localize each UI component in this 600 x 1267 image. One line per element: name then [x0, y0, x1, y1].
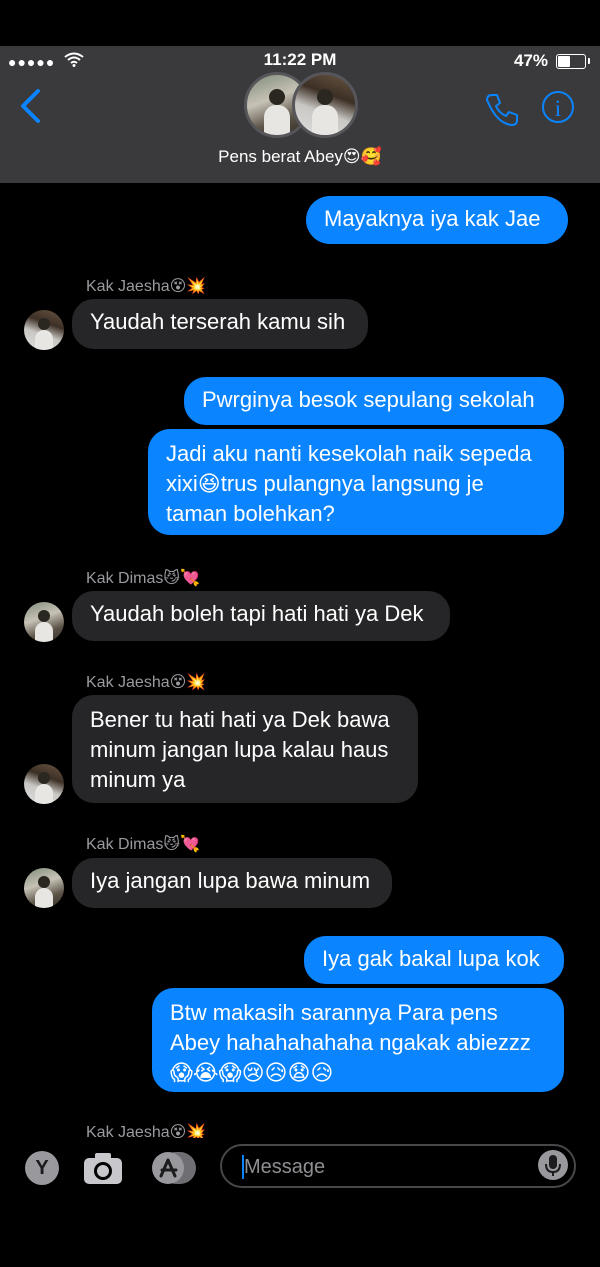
battery-percent: 47% — [513, 51, 548, 70]
sender-avatar — [24, 868, 64, 908]
app-store-icon[interactable] — [150, 1150, 198, 1186]
message-bubble-incoming[interactable]: Iya jangan lupa bawa minum — [72, 858, 392, 908]
conversation-header: ●●●●● 11:22 PM 47% Pens berat Abey😍🥰 i — [0, 46, 600, 183]
battery-icon — [556, 54, 590, 69]
sender-avatar — [24, 764, 64, 804]
top-black-band — [0, 0, 600, 46]
message-input[interactable] — [242, 1152, 536, 1182]
message-input-bar: Y — [0, 1138, 600, 1267]
message-bubble-outgoing[interactable]: Pwrginya besok sepulang sekolah — [184, 377, 564, 425]
message-bubble-incoming[interactable]: Yaudah terserah kamu sih — [72, 299, 368, 349]
back-chevron-icon[interactable] — [18, 88, 42, 124]
message-bubble-outgoing[interactable]: Mayaknya iya kak Jae — [306, 196, 568, 244]
info-icon[interactable]: i — [542, 91, 574, 123]
message-bubble-outgoing[interactable]: Btw makasih sarannya Para pens Abey haha… — [152, 988, 564, 1092]
message-bubble-incoming[interactable]: Yaudah boleh tapi hati hati ya Dek — [72, 591, 450, 641]
message-bubble-outgoing[interactable]: Jadi aku nanti kesekolah naik sepeda xix… — [148, 429, 564, 535]
conversation-title[interactable]: Pens berat Abey😍🥰 — [0, 147, 600, 167]
message-field[interactable] — [220, 1144, 576, 1188]
microphone-icon[interactable] — [538, 1150, 568, 1180]
avatar — [292, 72, 358, 138]
apps-store-icon[interactable]: Y — [25, 1151, 59, 1185]
sender-avatar — [24, 602, 64, 642]
group-avatars[interactable] — [244, 72, 358, 138]
message-bubble-incoming[interactable]: Bener tu hati hati ya Dek bawa minum jan… — [72, 695, 418, 803]
sender-avatar — [24, 310, 64, 350]
camera-icon[interactable] — [82, 1150, 124, 1186]
sender-name: Kak Dimas😼💘 — [86, 836, 200, 853]
message-bubble-outgoing[interactable]: Iya gak bakal lupa kok — [304, 936, 564, 984]
status-time: 11:22 PM — [263, 50, 337, 69]
sender-name: Kak Jaesha😵💥 — [86, 674, 207, 691]
sender-name: Kak Dimas😼💘 — [86, 570, 200, 587]
sender-name: Kak Jaesha😵💥 — [86, 278, 207, 295]
phone-icon[interactable] — [484, 92, 520, 128]
sender-name: Kak Jaesha😵💥 — [86, 1124, 207, 1138]
